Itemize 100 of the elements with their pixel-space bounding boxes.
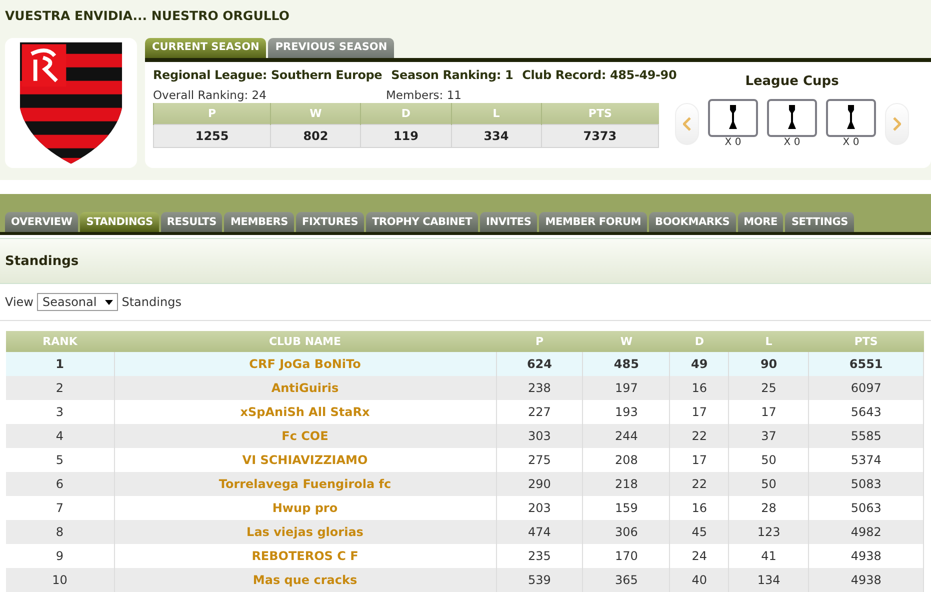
table-cell: 1 — [6, 352, 114, 376]
table-row[interactable]: 2 AntiGuiris 238 197 16 25 6097 — [6, 376, 924, 400]
table-cell: 290 — [496, 472, 583, 496]
page-title: VUESTRA ENVIDIA... NUESTRO ORGULLO — [5, 7, 290, 25]
column-header: PTS — [808, 331, 924, 352]
club-link[interactable]: Fc COE — [114, 424, 496, 448]
table-cell: 6 — [6, 472, 114, 496]
table-cell: 218 — [582, 472, 670, 496]
season-tab[interactable]: PREVIOUS SEASON — [268, 38, 394, 58]
club-record: Club Record: 485-49-90 — [522, 68, 677, 82]
column-header: D — [670, 331, 729, 352]
chevron-right-icon — [893, 117, 901, 131]
column-header: W — [582, 331, 670, 352]
table-cell: 4982 — [808, 520, 924, 544]
table-cell: 45 — [670, 520, 729, 544]
column-header: CLUB NAME — [114, 331, 496, 352]
nav-tab[interactable]: SETTINGS — [785, 212, 854, 232]
nav-tab[interactable]: MORE — [738, 212, 784, 232]
nav-tab[interactable]: FIXTURES — [296, 212, 364, 232]
table-cell: 134 — [728, 568, 809, 592]
view-label: Standings — [122, 295, 182, 309]
column-header: RANK — [6, 331, 114, 352]
cup-slot[interactable] — [767, 99, 817, 137]
nav-tab[interactable]: RESULTS — [160, 212, 222, 232]
club-link[interactable]: Mas que cracks — [114, 568, 496, 592]
table-row[interactable]: 1 CRF JoGa BoNiTo 624 485 49 90 6551 — [6, 352, 924, 376]
column-header: L — [451, 103, 542, 124]
table-cell: 306 — [582, 520, 670, 544]
table-cell: 10 — [6, 568, 114, 592]
table-cell: 4938 — [808, 568, 924, 592]
nav-tab[interactable]: TROPHY CABINET — [366, 212, 478, 232]
table-cell: 7373 — [541, 124, 658, 148]
season-tab[interactable]: CURRENT SEASON — [145, 38, 266, 58]
table-cell: 197 — [582, 376, 670, 400]
season-ranking: Season Ranking: 1 — [391, 68, 514, 82]
table-cell: 238 — [496, 376, 583, 400]
club-link[interactable]: Las viejas glorias — [114, 520, 496, 544]
table-cell: 485 — [582, 352, 670, 376]
club-link[interactable]: Torrelavega Fuengirola fc — [114, 472, 496, 496]
nav-tab[interactable]: MEMBERS — [224, 212, 294, 232]
table-cell: 1255 — [154, 124, 271, 148]
table-cell: 5083 — [808, 472, 924, 496]
club-link[interactable]: CRF JoGa BoNiTo — [114, 352, 496, 376]
table-row[interactable]: 6 Torrelavega Fuengirola fc 290 218 22 50 5083 — [6, 472, 924, 496]
table-cell: 2 — [6, 376, 114, 400]
table-cell: 6097 — [808, 376, 924, 400]
nav-tab[interactable]: OVERVIEW — [5, 212, 78, 232]
club-link[interactable]: AntiGuiris — [114, 376, 496, 400]
table-cell: 244 — [582, 424, 670, 448]
table-cell: 40 — [670, 568, 729, 592]
table-cell: 50 — [728, 472, 809, 496]
trophy-icon — [846, 105, 856, 131]
table-cell: 539 — [496, 568, 583, 592]
table-cell: 49 — [670, 352, 729, 376]
regional-league: Regional League: Southern Europe — [153, 68, 382, 82]
section-title: Standings — [5, 254, 79, 268]
cup-count: X 0 — [784, 137, 800, 148]
trophy-icon — [728, 105, 738, 131]
table-row[interactable]: 8 Las viejas glorias 474 306 45 123 4982 — [6, 520, 924, 544]
table-cell: 365 — [582, 568, 670, 592]
column-header: L — [728, 331, 809, 352]
table-row[interactable]: 10 Mas que cracks 539 365 40 134 4938 — [6, 568, 924, 592]
cup-count: X 0 — [724, 137, 742, 148]
table-cell: 4 — [6, 424, 114, 448]
table-cell: 334 — [451, 124, 542, 148]
column-header: P — [496, 331, 583, 352]
column-header: PTS — [541, 103, 658, 124]
members-count: Members: 11 — [386, 88, 462, 102]
nav-tab[interactable]: INVITES — [480, 212, 538, 232]
table-cell: 119 — [360, 124, 452, 148]
cup-slot[interactable] — [826, 99, 876, 137]
cup-count: X 0 — [842, 137, 860, 148]
view-dropdown[interactable]: Seasonal — [37, 293, 118, 311]
column-header: W — [270, 103, 361, 124]
column-header: P — [154, 103, 271, 124]
table-cell: 16 — [670, 376, 729, 400]
table-cell: 25 — [728, 376, 809, 400]
table-cell: 303 — [496, 424, 583, 448]
trophy-icon — [787, 105, 797, 131]
nav-tab[interactable]: STANDINGS — [80, 212, 159, 232]
table-cell: 123 — [728, 520, 809, 544]
table-cell: 90 — [728, 352, 809, 376]
table-cell: 22 — [670, 424, 729, 448]
league-cups-title: League Cups — [745, 74, 839, 89]
overall-ranking: Overall Ranking: 24 — [153, 88, 268, 102]
table-cell: 474 — [496, 520, 583, 544]
table-cell: 5585 — [808, 424, 924, 448]
table-cell: 37 — [728, 424, 809, 448]
cup-slot[interactable] — [708, 99, 758, 137]
chevron-left-icon — [683, 117, 691, 131]
caret-icon — [104, 300, 113, 304]
view-label: View — [5, 295, 34, 309]
table-cell: 624 — [496, 352, 583, 376]
column-header: D — [360, 103, 452, 124]
table-cell: 6551 — [808, 352, 924, 376]
table-cell: 802 — [270, 124, 361, 148]
nav-tab[interactable]: MEMBER FORUM — [539, 212, 648, 232]
nav-tab[interactable]: BOOKMARKS — [649, 212, 736, 232]
table-row[interactable]: 4 Fc COE 303 244 22 37 5585 — [6, 424, 924, 448]
table-cell: 22 — [670, 472, 729, 496]
